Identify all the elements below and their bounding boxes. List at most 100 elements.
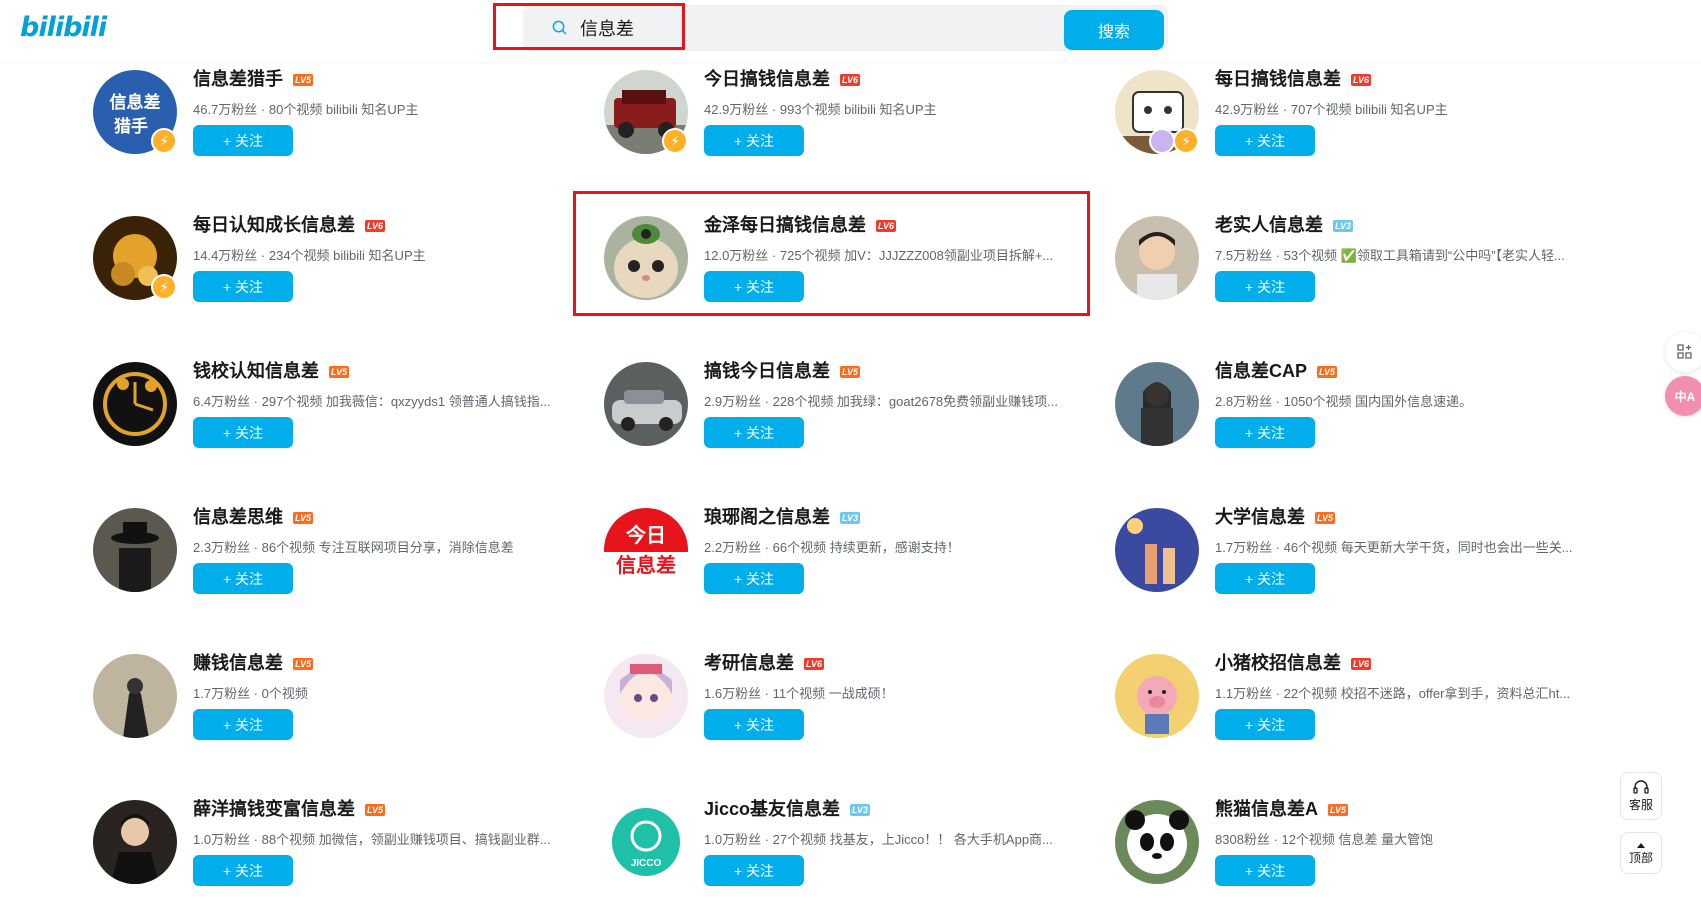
level-badge: LV6 bbox=[804, 658, 825, 671]
level-badge: LV3 bbox=[840, 512, 861, 525]
user-meta: 2.8万粉丝 · 1050个视频 国内国外信息速递。 bbox=[1215, 394, 1473, 409]
avatar[interactable] bbox=[604, 654, 688, 738]
user-name[interactable]: 赚钱信息差 LV5 bbox=[193, 649, 314, 675]
user-name[interactable]: 薛洋搞钱变富信息差 LV5 bbox=[193, 795, 386, 821]
user-name-text[interactable]: 赚钱信息差 bbox=[193, 653, 283, 673]
user-name[interactable]: 琅琊阁之信息差 LV3 bbox=[704, 503, 861, 529]
avatar[interactable] bbox=[93, 508, 177, 592]
customer-service-button[interactable]: 客服 bbox=[1620, 772, 1662, 820]
follow-button[interactable]: + 关注 bbox=[1215, 125, 1315, 156]
user-meta: 2.2万粉丝 · 66个视频 持续更新，感谢支持！ bbox=[704, 540, 960, 555]
user-card: ⚡ 每日认知成长信息差 LV6 14.4万粉丝 · 234个视频 bilibili… bbox=[93, 215, 573, 326]
avatar[interactable] bbox=[1115, 216, 1199, 300]
avatar[interactable] bbox=[93, 654, 177, 738]
user-name-text[interactable]: 考研信息差 bbox=[704, 653, 794, 673]
user-name[interactable]: 搞钱今日信息差 LV5 bbox=[704, 357, 861, 383]
search-highlight-box bbox=[493, 3, 685, 50]
headset-icon bbox=[1633, 779, 1649, 794]
avatar[interactable] bbox=[93, 362, 177, 446]
avatar[interactable]: 今日 信息差 bbox=[604, 508, 688, 592]
follow-button[interactable]: + 关注 bbox=[193, 271, 293, 302]
user-name-text[interactable]: 老实人信息差 bbox=[1215, 215, 1323, 235]
user-name-text[interactable]: 每日搞钱信息差 bbox=[1215, 69, 1341, 89]
follow-button[interactable]: + 关注 bbox=[193, 709, 293, 740]
user-name[interactable]: 小猪校招信息差 LV6 bbox=[1215, 649, 1372, 675]
avatar[interactable] bbox=[604, 362, 688, 446]
follow-button[interactable]: + 关注 bbox=[704, 563, 804, 594]
level-badge: LV5 bbox=[293, 658, 314, 671]
search-button[interactable]: 搜索 bbox=[1064, 10, 1164, 50]
level-badge: LV6 bbox=[365, 220, 386, 233]
user-name-text[interactable]: 信息差思维 bbox=[193, 507, 283, 527]
follow-button[interactable]: + 关注 bbox=[1215, 855, 1315, 886]
user-name[interactable]: 今日搞钱信息差 LV6 bbox=[704, 65, 861, 91]
follow-button[interactable]: + 关注 bbox=[193, 417, 293, 448]
user-name[interactable]: 信息差CAP LV5 bbox=[1215, 357, 1338, 383]
level-badge: LV5 bbox=[840, 366, 861, 379]
avatar[interactable] bbox=[1115, 508, 1199, 592]
user-name[interactable]: 考研信息差 LV6 bbox=[704, 649, 825, 675]
user-name-text[interactable]: 信息差CAP bbox=[1215, 361, 1307, 381]
user-name-text[interactable]: 每日认知成长信息差 bbox=[193, 215, 355, 235]
back-to-top-label: 顶部 bbox=[1628, 850, 1653, 865]
user-name-text[interactable]: 琅琊阁之信息差 bbox=[704, 507, 830, 527]
top-bar: bilibili 信息差 搜索 bbox=[0, 0, 1701, 62]
highlight-box bbox=[573, 191, 1090, 316]
user-name[interactable]: 每日搞钱信息差 LV6 bbox=[1215, 65, 1372, 91]
user-meta: 1.7万粉丝 · 0个视频 bbox=[193, 686, 308, 701]
user-card: ⚡ 每日搞钱信息差 LV6 42.9万粉丝 · 707个视频 bilibili 知… bbox=[1115, 69, 1595, 180]
level-badge: LV3 bbox=[850, 804, 871, 817]
follow-button[interactable]: + 关注 bbox=[704, 125, 804, 156]
avatar[interactable] bbox=[1115, 654, 1199, 738]
follow-button[interactable]: + 关注 bbox=[193, 563, 293, 594]
user-name-text[interactable]: Jicco基友信息差 bbox=[704, 799, 840, 819]
user-name-text[interactable]: 搞钱今日信息差 bbox=[704, 361, 830, 381]
user-name-text[interactable]: 信息差猎手 bbox=[193, 69, 283, 89]
level-badge: LV5 bbox=[329, 366, 350, 379]
follow-button[interactable]: + 关注 bbox=[193, 125, 293, 156]
user-card: 考研信息差 LV6 1.6万粉丝 · 11个视频 一战成硕！ + 关注 bbox=[604, 653, 1084, 764]
user-name-text[interactable]: 熊猫信息差A bbox=[1215, 799, 1318, 819]
follow-button[interactable]: + 关注 bbox=[1215, 709, 1315, 740]
lightning-badge-icon: ⚡ bbox=[662, 128, 688, 154]
follow-button[interactable]: + 关注 bbox=[1215, 417, 1315, 448]
user-card: JICCO Jicco基友信息差 LV3 1.0万粉丝 · 27个视频 找基友，上… bbox=[604, 799, 1084, 910]
user-card: 薛洋搞钱变富信息差 LV5 1.0万粉丝 · 88个视频 加微信，领副业赚钱项目、… bbox=[93, 799, 573, 910]
follow-button[interactable]: + 关注 bbox=[704, 709, 804, 740]
user-name-text[interactable]: 今日搞钱信息差 bbox=[704, 69, 830, 89]
user-name-text[interactable]: 钱校认知信息差 bbox=[193, 361, 319, 381]
user-name[interactable]: 老实人信息差 LV3 bbox=[1215, 211, 1354, 237]
user-name[interactable]: 钱校认知信息差 LV5 bbox=[193, 357, 350, 383]
user-card: 今日 信息差 琅琊阁之信息差 LV3 2.2万粉丝 · 66个视频 持续更新，感谢… bbox=[604, 507, 1084, 618]
bilibili-logo[interactable]: bilibili bbox=[20, 12, 107, 43]
user-meta: 8308粉丝 · 12个视频 信息差 量大管饱 bbox=[1215, 832, 1434, 847]
user-name[interactable]: Jicco基友信息差 LV3 bbox=[704, 795, 871, 821]
avatar[interactable] bbox=[1115, 800, 1199, 884]
follow-button[interactable]: + 关注 bbox=[1215, 271, 1315, 302]
user-name-text[interactable]: 薛洋搞钱变富信息差 bbox=[193, 799, 355, 819]
user-name-text[interactable]: 大学信息差 bbox=[1215, 507, 1305, 527]
user-name[interactable]: 大学信息差 LV5 bbox=[1215, 503, 1336, 529]
avatar-text: 信息差 bbox=[110, 92, 161, 112]
user-meta: 14.4万粉丝 · 234个视频 bilibili 知名UP主 bbox=[193, 248, 426, 263]
back-to-top-button[interactable]: 顶部 bbox=[1620, 832, 1662, 874]
translate-icon[interactable]: 中A bbox=[1665, 376, 1701, 416]
apps-icon[interactable] bbox=[1665, 332, 1701, 372]
follow-button[interactable]: + 关注 bbox=[704, 855, 804, 886]
user-name[interactable]: 熊猫信息差A LV5 bbox=[1215, 795, 1349, 821]
user-meta: 1.0万粉丝 · 88个视频 加微信，领副业赚钱项目、搞钱副业群... bbox=[193, 832, 551, 847]
follow-button[interactable]: + 关注 bbox=[704, 417, 804, 448]
user-card: 老实人信息差 LV3 7.5万粉丝 · 53个视频 ✅领取工具箱请到“公中吗”【老… bbox=[1115, 215, 1595, 326]
lightning-badge-icon: ⚡ bbox=[151, 274, 177, 300]
user-name-text[interactable]: 小猪校招信息差 bbox=[1215, 653, 1341, 673]
avatar[interactable]: JICCO bbox=[604, 800, 688, 884]
avatar[interactable] bbox=[1115, 362, 1199, 446]
follow-button[interactable]: + 关注 bbox=[193, 855, 293, 886]
level-badge: LV6 bbox=[1351, 74, 1372, 87]
follow-button[interactable]: + 关注 bbox=[1215, 563, 1315, 594]
level-badge: LV5 bbox=[293, 512, 314, 525]
user-name[interactable]: 每日认知成长信息差 LV6 bbox=[193, 211, 386, 237]
user-name[interactable]: 信息差思维 LV5 bbox=[193, 503, 314, 529]
avatar[interactable] bbox=[93, 800, 177, 884]
user-name[interactable]: 信息差猎手 LV5 bbox=[193, 65, 314, 91]
